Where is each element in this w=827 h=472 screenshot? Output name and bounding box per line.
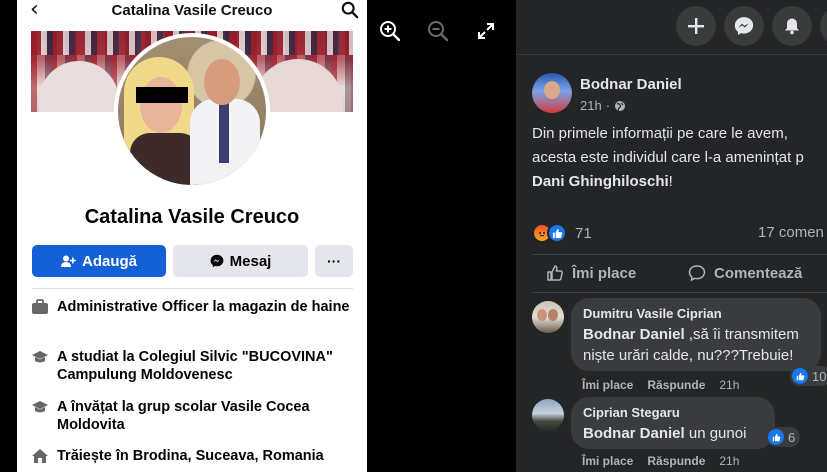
profile-header: ‹ Catalina Vasile Creuco <box>17 0 367 22</box>
comment-actions: Îmi place Răspunde 21h <box>582 454 739 468</box>
post-text: Din primele informații pe care le avem, … <box>532 122 827 194</box>
comment-icon <box>688 265 706 282</box>
profile-picture <box>118 37 266 185</box>
info-row-lives: Trăiește în Brodina, Suceava, Romania <box>31 447 357 469</box>
comment-text-line2: niște urări calde, nu???Trebuie! <box>583 347 794 364</box>
add-person-icon <box>60 255 76 267</box>
post-panel: Bodnar Daniel 21h · Din primele informaț… <box>516 0 827 472</box>
comment-reactions[interactable]: 10 <box>790 366 827 386</box>
bell-icon <box>785 18 799 35</box>
like-button-label: Îmi place <box>572 264 637 282</box>
reactions-count: 71 <box>575 224 592 242</box>
comment-reply-button[interactable]: Răspunde <box>647 454 705 468</box>
comment-text-line1: ,să îi transmitem <box>684 326 799 343</box>
post-text-line1: Din primele informații pe care le avem, <box>532 125 788 142</box>
message-label: Mesaj <box>229 252 272 270</box>
post-text-line2: acesta este individul care l-a amenințat… <box>532 149 804 166</box>
comment-button-label: Comentează <box>714 264 803 282</box>
profile-screenshot: ‹ Catalina Vasile Creuco Catalina Vasile… <box>17 0 367 472</box>
info-row-college: A studiat la Colegiul Silvic "BUCOVINA" … <box>31 348 357 388</box>
info-school-text: A învățat la grup scolar Vasile Cocea Mo… <box>57 399 310 433</box>
messenger-button[interactable] <box>724 6 764 46</box>
comment-time[interactable]: 21h <box>719 378 739 392</box>
comment-author[interactable]: Ciprian Stegaru <box>583 405 763 420</box>
comment-bubble: Dumitru Vasile Ciprian Bodnar Daniel ,să… <box>571 298 821 371</box>
comment-bubble: Ciprian Stegaru Bodnar Daniel un gunoi <box>571 397 775 449</box>
comment-like-button[interactable]: Îmi place <box>582 454 633 468</box>
plus-icon <box>688 18 704 34</box>
comment-reply-button[interactable]: Răspunde <box>647 378 705 392</box>
divider <box>532 292 827 293</box>
zoom-in-icon[interactable] <box>379 20 401 42</box>
fullscreen-icon[interactable] <box>475 20 497 42</box>
divider <box>32 288 353 289</box>
message-button[interactable]: Mesaj <box>173 245 308 277</box>
comment-mention[interactable]: Bodnar Daniel <box>583 326 685 343</box>
like-reaction-icon <box>792 368 808 384</box>
post-mention-link[interactable]: Dani Ghinghiloschi <box>532 173 669 190</box>
top-bar <box>516 0 827 55</box>
comments-count-link[interactable]: 17 comen <box>758 224 824 241</box>
graduation-cap-icon <box>32 401 48 413</box>
profile-header-title: Catalina Vasile Creuco <box>111 2 273 19</box>
reactions-summary[interactable]: 71 <box>532 222 592 244</box>
info-row-school: A învățat la grup scolar Vasile Cocea Mo… <box>31 398 357 438</box>
comment-avatar[interactable] <box>532 399 564 431</box>
info-row-work: Administrative Officer la magazin de hai… <box>31 298 357 338</box>
comment-button[interactable]: Comentează <box>688 264 802 282</box>
post-text-end: ! <box>668 173 673 190</box>
screenshot: ‹ Catalina Vasile Creuco Catalina Vasile… <box>0 0 827 472</box>
like-reaction-icon <box>768 429 784 445</box>
zoom-out-icon[interactable] <box>427 20 449 42</box>
profile-name: Catalina Vasile Creuco <box>84 206 300 228</box>
info-college-prefix: A studiat la <box>57 349 139 365</box>
messenger-icon <box>734 17 754 35</box>
author-avatar[interactable] <box>532 73 572 113</box>
censor-bar <box>136 87 188 103</box>
graduation-cap-icon <box>32 351 48 363</box>
post-time-row: 21h · <box>580 98 626 113</box>
comment-mention[interactable]: Bodnar Daniel <box>583 425 685 442</box>
info-work-text: Administrative Officer la magazin de hai… <box>57 299 350 315</box>
like-reaction-icon <box>547 223 567 243</box>
post-author[interactable]: Bodnar Daniel <box>580 76 682 93</box>
search-icon <box>341 1 359 19</box>
globe-icon <box>615 100 626 111</box>
add-friend-label: Adaugă <box>81 252 137 270</box>
info-lives-prefix: Trăiește în <box>57 448 133 464</box>
comment-author[interactable]: Dumitru Vasile Ciprian <box>583 306 809 321</box>
divider <box>532 254 827 255</box>
comment-reactions-count: 10 <box>812 368 827 384</box>
briefcase-icon <box>32 299 48 314</box>
info-lives-place-link[interactable]: Brodina, Suceava, Romania <box>133 448 324 464</box>
more-options-button[interactable]: ··· <box>315 245 353 277</box>
more-options-label: ··· <box>327 253 341 269</box>
home-icon <box>32 449 48 463</box>
comment-time[interactable]: 21h <box>719 454 739 468</box>
comment-avatar[interactable] <box>532 301 564 333</box>
comment-like-button[interactable]: Îmi place <box>582 378 633 392</box>
messenger-icon <box>210 254 224 268</box>
comment-actions: Îmi place Răspunde 21h <box>582 378 739 392</box>
comment-text-line1: un gunoi <box>684 425 747 442</box>
post-time[interactable]: 21h <box>580 98 602 113</box>
account-button[interactable] <box>820 6 827 46</box>
notifications-button[interactable] <box>772 6 812 46</box>
like-button[interactable]: Îmi place <box>546 264 636 282</box>
add-friend-button[interactable]: Adaugă <box>32 245 166 277</box>
thumbs-up-icon <box>547 265 563 281</box>
comment-reactions[interactable]: 6 <box>766 427 801 447</box>
create-button[interactable] <box>676 6 716 46</box>
comment-reactions-count: 6 <box>788 429 796 445</box>
